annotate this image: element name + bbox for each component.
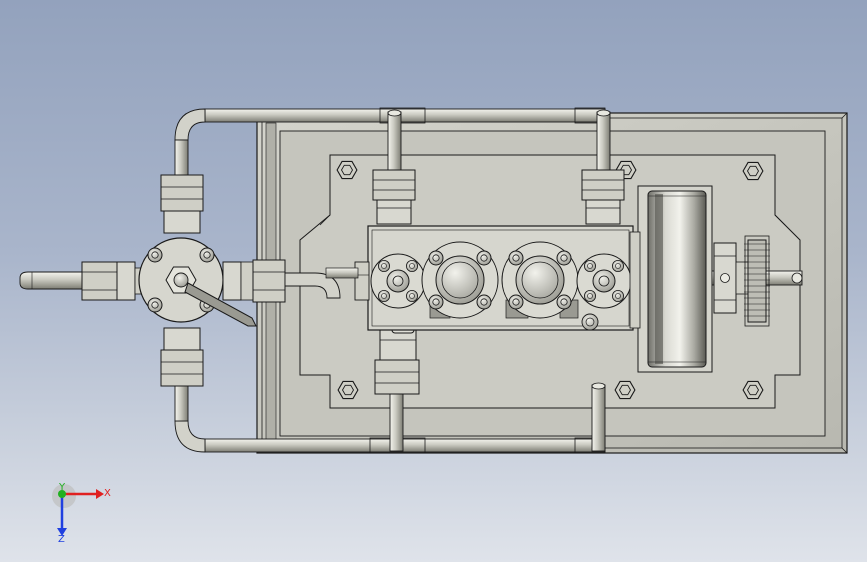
outlet-fitting-right[interactable] [222,259,286,303]
flange-large-right[interactable] [501,241,579,319]
cad-viewport[interactable] [0,0,867,562]
z-axis-label: Z [58,534,65,545]
bracket-bolt-bottom-right [742,380,764,400]
bracket-bolt-top-right [742,161,764,181]
fitting-top-right[interactable] [581,169,625,225]
valve-top-branch[interactable] [160,174,204,234]
tube-drop-left-bottom[interactable] [389,392,404,452]
inlet-tube-left[interactable] [19,271,86,290]
valve-bottom-branch[interactable] [160,327,204,387]
flange-large-left[interactable] [421,241,499,319]
flywheel[interactable] [629,185,713,373]
x-axis-arrowhead-icon [96,489,104,499]
tube-drop-right-bottom[interactable] [591,382,606,452]
fitting-top-left[interactable] [372,169,416,225]
bracket-bolt-bottom-left [337,380,359,400]
orientation-triad[interactable]: X Z Y [40,478,120,548]
spur-gear[interactable] [744,235,770,327]
x-axis-label: X [104,488,111,499]
three-way-valve-body[interactable] [138,237,224,323]
flange-small-left[interactable] [370,253,426,309]
tube-drop-right-top[interactable] [596,109,611,173]
bracket-bolt-top-left [336,160,358,180]
inlet-fitting-left[interactable] [81,261,146,301]
y-axis-label: Y [58,482,66,493]
flange-small-right[interactable] [576,253,632,309]
bracket-bolt-bottom-mid [614,380,636,400]
tube-drop-left-top[interactable] [387,109,402,173]
